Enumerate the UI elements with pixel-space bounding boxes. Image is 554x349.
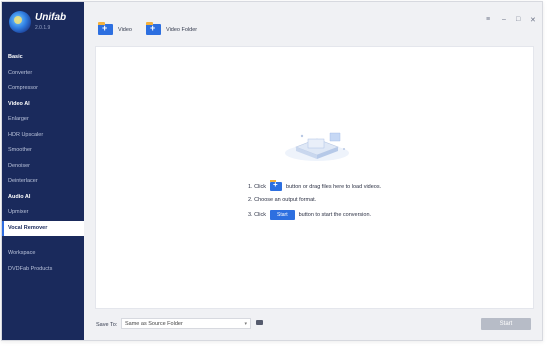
sidebar-header-video-ai: Video AI	[8, 100, 30, 107]
add-video-folder-label: Video Folder	[166, 26, 198, 33]
add-video-folder-button[interactable]: Video Folder	[146, 22, 198, 35]
inline-start-button: Start	[270, 210, 295, 220]
app-version: 2.0.1.9	[35, 25, 51, 31]
sidebar-item-converter[interactable]: Converter	[2, 66, 84, 82]
add-video-button[interactable]: Video	[98, 22, 132, 35]
instruction-step-2: 2. Choose an output format.	[248, 197, 316, 203]
unifab-logo-icon	[9, 11, 31, 33]
sidebar-item-compressor[interactable]: Compressor	[2, 81, 84, 97]
step1-suffix: button or drag files here to load videos…	[286, 183, 382, 190]
minimize-icon[interactable]: –	[502, 16, 506, 23]
app-name: Unifab	[35, 12, 67, 23]
sidebar-nav: Basic Converter Compressor Video AI Enla…	[2, 50, 84, 277]
sidebar-header-basic: Basic	[8, 54, 23, 60]
add-folder-inline-icon[interactable]	[270, 180, 283, 191]
sidebar-item-dvdfab-products[interactable]: DVDFab Products	[2, 262, 84, 278]
toolbar: Video Video Folder ≡ – □ ✕	[84, 2, 542, 46]
sidebar-item-hdr-upscaler[interactable]: HDR Upscaler	[2, 128, 84, 144]
chevron-down-icon: ▾	[244, 321, 247, 327]
add-video-label: Video	[118, 26, 132, 33]
browse-folder-icon[interactable]	[256, 320, 263, 325]
close-icon[interactable]: ✕	[530, 16, 536, 24]
sidebar-item-enlarger[interactable]: Enlarger	[2, 112, 84, 128]
save-to-select[interactable]: Same as Source Folder ▾	[121, 318, 251, 329]
menu-icon[interactable]: ≡	[486, 16, 490, 23]
start-button[interactable]: Start	[481, 318, 531, 330]
instruction-step-1: 1. Click button or drag files here to lo…	[248, 180, 382, 191]
sidebar: Unifab 2.0.1.9 Basic Converter Compresso…	[2, 2, 84, 340]
sidebar-item-deinterlacer[interactable]: Deinterlacer	[2, 174, 84, 190]
sidebar-item-upmixer[interactable]: Upmixer	[2, 205, 84, 221]
maximize-icon[interactable]: □	[516, 16, 520, 23]
drop-files-illustration-icon	[285, 132, 349, 161]
step2-text: 2. Choose an output format.	[248, 197, 317, 203]
step3-suffix: button to start the conversion.	[298, 212, 372, 218]
sidebar-item-smoother[interactable]: Smoother	[2, 143, 84, 159]
sidebar-item-denoiser[interactable]: Denoiser	[2, 159, 84, 175]
app-window: Unifab 2.0.1.9 Basic Converter Compresso…	[1, 1, 543, 341]
step1-prefix: 1. Click	[248, 183, 267, 190]
drop-zone[interactable]: 1. Click button or drag files here to lo…	[95, 46, 534, 309]
bottom-bar: Save To: Same as Source Folder ▾ Start	[84, 314, 542, 334]
instruction-step-3: 3. Click Start button to start the conve…	[248, 210, 371, 220]
add-folder-icon	[146, 22, 161, 35]
add-video-folder-icon	[98, 22, 113, 35]
save-to-value: Same as Source Folder	[125, 321, 183, 327]
step3-prefix: 3. Click	[248, 212, 267, 218]
save-to-label: Save To:	[96, 322, 118, 328]
sidebar-item-vocal-remover[interactable]: Vocal Remover	[2, 220, 84, 236]
sidebar-header-audio-ai: Audio AI	[8, 193, 31, 200]
sidebar-item-workspace[interactable]: Workspace	[2, 246, 84, 262]
